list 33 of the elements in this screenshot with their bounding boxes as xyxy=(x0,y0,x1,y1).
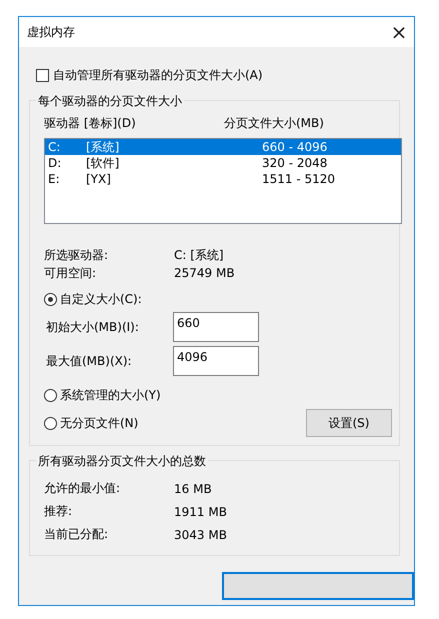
total-value: 1911 MB xyxy=(174,504,227,518)
radio-button[interactable] xyxy=(44,388,57,402)
info-label: 可用空间: xyxy=(44,264,98,282)
total-value: 16 MB xyxy=(174,482,212,496)
info-label: 所选驱动器: xyxy=(44,246,110,264)
field-label: 初始大小(MB)(I): xyxy=(45,318,140,336)
drive-row[interactable]: C: [系统] 660 - 4096 xyxy=(45,139,401,155)
total-label: 当前已分配: xyxy=(44,526,110,543)
drive-row[interactable]: D: [软件] 320 - 2048 xyxy=(45,155,401,171)
group-title: 所有驱动器分页文件大小的总数 xyxy=(36,453,208,470)
input-field[interactable]: 660 xyxy=(173,312,259,342)
window-title: 虚拟内存 xyxy=(27,24,75,40)
radio-label: 自定义大小(C): xyxy=(60,290,142,308)
close-button[interactable]: × xyxy=(384,20,414,44)
drive-row[interactable]: E: [YX] 1511 - 5120 xyxy=(45,171,401,187)
info-value: 25749 MB xyxy=(174,266,235,280)
total-value: 3043 MB xyxy=(174,528,227,542)
checkbox[interactable] xyxy=(36,68,49,82)
field-label: 最大值(MB)(X): xyxy=(45,352,133,370)
set-button[interactable]: 设置(S) xyxy=(306,409,392,437)
total-label: 推荐: xyxy=(44,503,74,520)
radio-label: 无分页文件(N) xyxy=(60,414,138,432)
radio-label: 系统管理的大小(Y) xyxy=(60,386,161,404)
input-field[interactable]: 4096 xyxy=(173,346,259,376)
total-label: 允许的最小值: xyxy=(44,480,122,497)
group-title: 每个驱动器的分页文件大小 xyxy=(36,93,184,110)
radio-button[interactable] xyxy=(44,416,57,430)
column-header: 驱动器 [卷标](D) xyxy=(44,115,137,132)
radio-button[interactable] xyxy=(44,292,57,306)
default-button[interactable] xyxy=(222,572,414,600)
checkbox-label: 自动管理所有驱动器的分页文件大小(A) xyxy=(53,66,263,84)
column-header: 分页文件大小(MB) xyxy=(224,115,324,132)
info-value: C: [系统] xyxy=(174,246,224,264)
